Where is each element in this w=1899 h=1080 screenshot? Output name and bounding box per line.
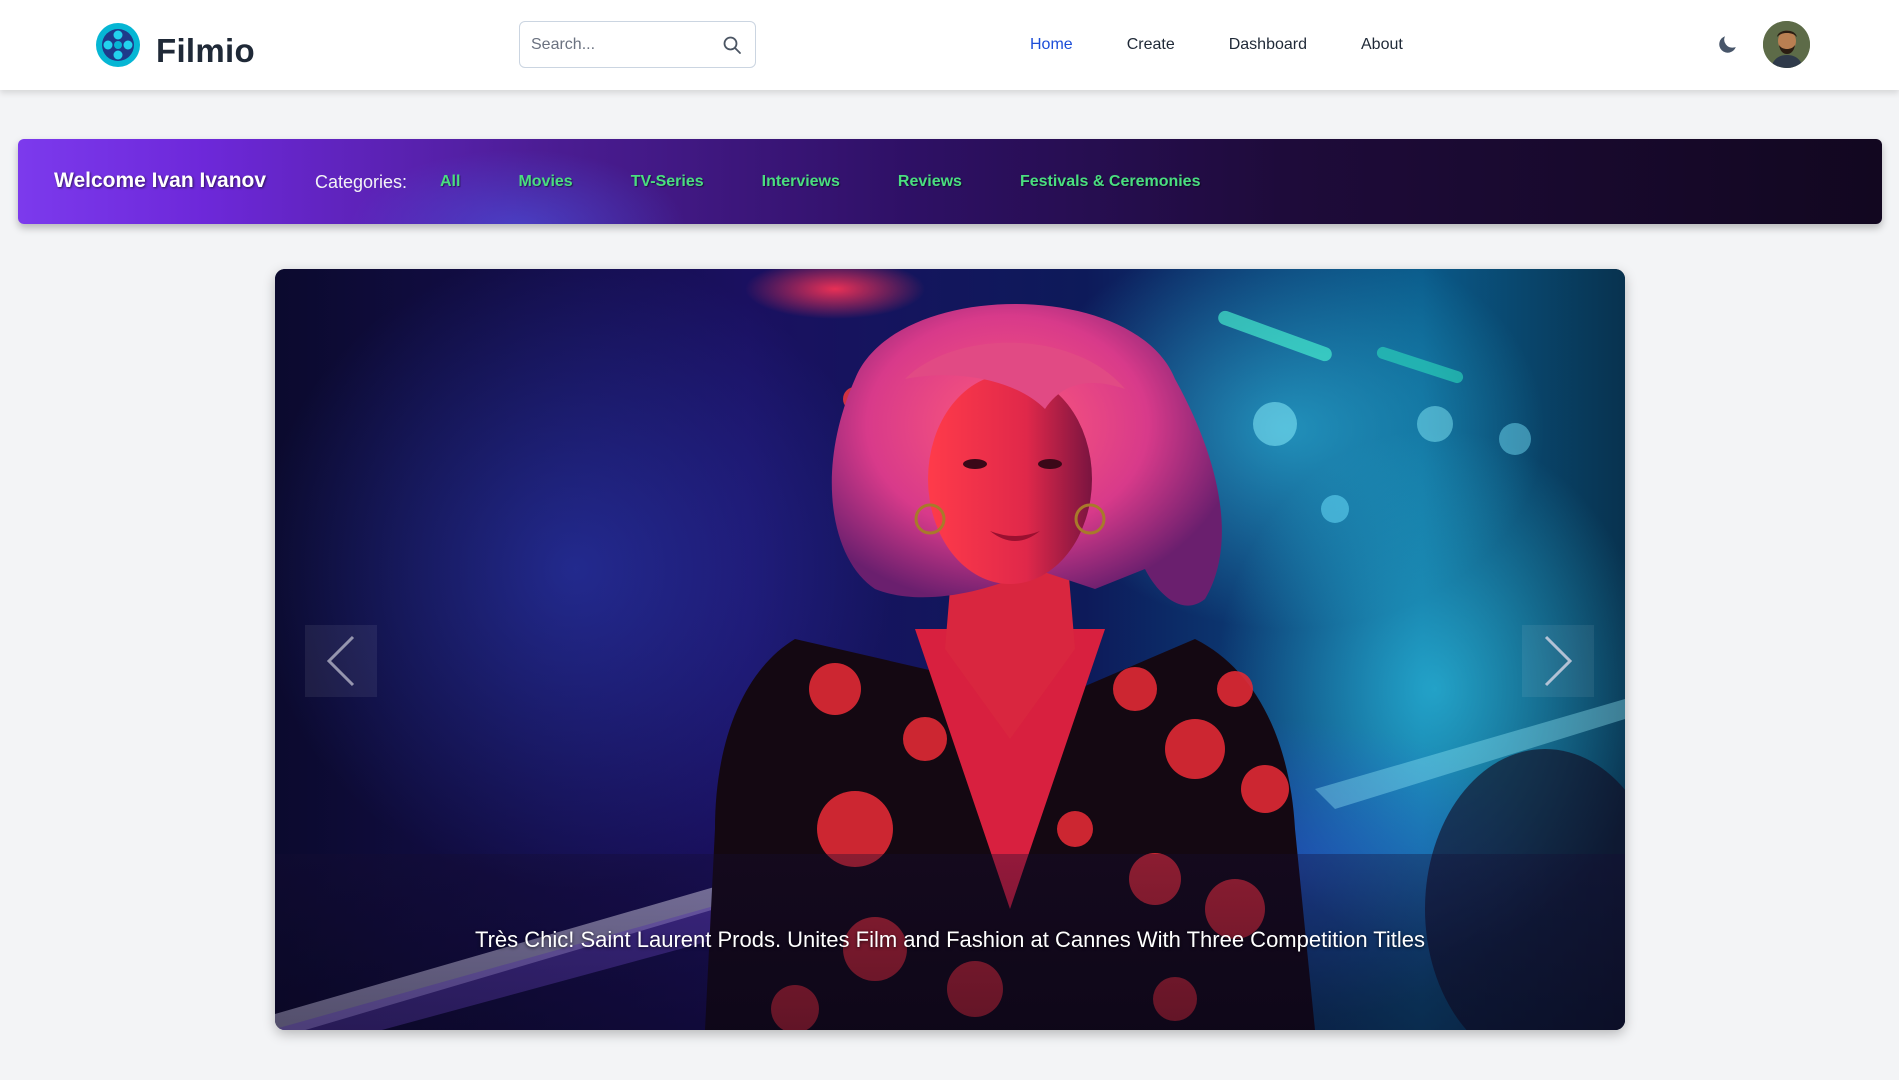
- moon-icon[interactable]: [1716, 32, 1740, 56]
- news-carousel: Très Chic! Saint Laurent Prods. Unites F…: [275, 269, 1625, 1030]
- category-movies[interactable]: Movies: [518, 173, 572, 191]
- nav-about-link[interactable]: About: [1361, 36, 1403, 54]
- chevron-right-icon: [1544, 635, 1573, 687]
- welcome-banner: Welcome Ivan Ivanov Categories: All Movi…: [18, 139, 1882, 224]
- brand-name: Filmio: [156, 32, 255, 69]
- category-interviews[interactable]: Interviews: [762, 173, 840, 191]
- category-festivals-ceremonies[interactable]: Festivals & Ceremonies: [1020, 173, 1201, 191]
- carousel-prev-button[interactable]: [305, 625, 377, 697]
- search-icon[interactable]: [722, 35, 742, 55]
- category-reviews[interactable]: Reviews: [898, 173, 962, 191]
- chevron-left-icon: [326, 635, 355, 687]
- nav-create-link[interactable]: Create: [1127, 36, 1175, 54]
- welcome-title: Welcome Ivan Ivanov: [54, 169, 267, 192]
- film-reel-icon: [96, 23, 140, 67]
- category-links: All Movies TV-Series Interviews Reviews …: [440, 173, 1258, 191]
- main-nav: Home Create Dashboard About: [1030, 0, 1457, 90]
- avatar-image: [1763, 21, 1810, 68]
- search-box: [519, 21, 756, 68]
- carousel-next-button[interactable]: [1522, 625, 1594, 697]
- nav-home-link[interactable]: Home: [1030, 36, 1073, 54]
- category-tv-series[interactable]: TV-Series: [631, 173, 704, 191]
- brand[interactable]: Filmio: [94, 19, 255, 71]
- carousel-caption[interactable]: Très Chic! Saint Laurent Prods. Unites F…: [275, 927, 1625, 953]
- search-input[interactable]: [520, 22, 710, 67]
- category-all[interactable]: All: [440, 173, 460, 191]
- categories-label: Categories:: [315, 172, 408, 192]
- nav-dashboard-link[interactable]: Dashboard: [1229, 36, 1307, 54]
- top-navbar: Filmio Home Create Dashboard About: [0, 0, 1899, 90]
- user-avatar[interactable]: [1763, 21, 1810, 68]
